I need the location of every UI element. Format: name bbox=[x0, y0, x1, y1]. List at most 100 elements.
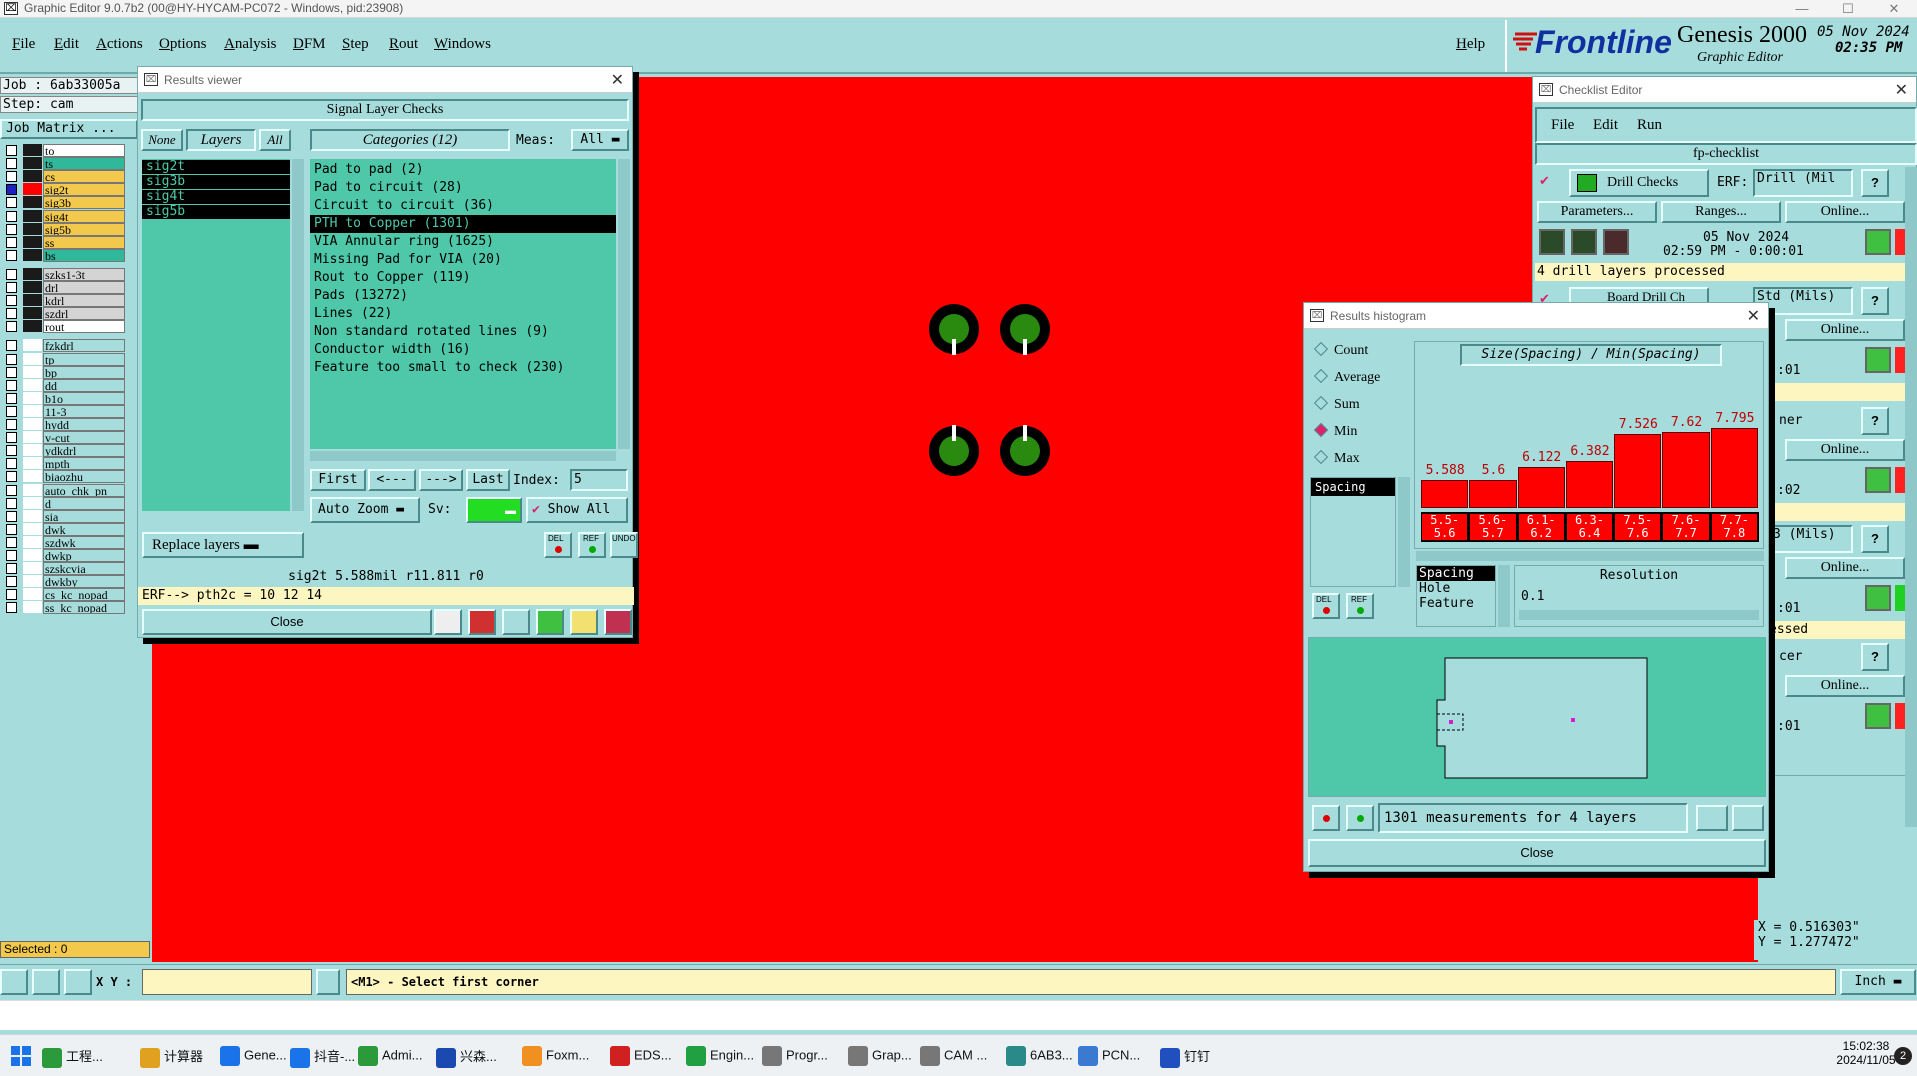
layer-checkbox[interactable] bbox=[6, 419, 17, 430]
taskbar-app[interactable]: Admi... bbox=[358, 1046, 422, 1066]
menu-edit[interactable]: Edit bbox=[54, 36, 79, 53]
layer-row[interactable]: sig5b bbox=[4, 222, 125, 236]
layer-row[interactable]: d bbox=[4, 496, 125, 510]
layer-checkbox[interactable] bbox=[6, 321, 17, 333]
category-item[interactable]: Feature too small to check (230) bbox=[310, 359, 616, 377]
layer-color-swatch[interactable] bbox=[23, 444, 42, 457]
taskbar-app[interactable]: 抖音-... bbox=[290, 1046, 355, 1068]
layer-name[interactable]: cs_kc_nopad bbox=[43, 588, 125, 602]
zoom-result-icon[interactable] bbox=[1865, 585, 1891, 611]
layer-list-item[interactable]: sig5b bbox=[142, 205, 290, 219]
layer-color-swatch[interactable] bbox=[23, 575, 42, 588]
layer-checkbox[interactable] bbox=[6, 268, 17, 280]
layer-row[interactable]: tp bbox=[4, 352, 125, 366]
layer-name[interactable]: ss bbox=[43, 235, 125, 249]
all-button[interactable]: All bbox=[259, 129, 291, 151]
zoom-icon[interactable] bbox=[1732, 805, 1764, 831]
meas-dropdown[interactable]: All ▬ bbox=[571, 129, 629, 151]
layers-list[interactable]: sig2t sig3b sig4t sig5b bbox=[142, 159, 290, 511]
report-icon[interactable] bbox=[570, 609, 598, 635]
layer-checkbox[interactable] bbox=[6, 340, 17, 352]
layer-row[interactable]: v-cut bbox=[4, 430, 125, 445]
del-icon[interactable] bbox=[1312, 805, 1340, 831]
layer-row[interactable]: hydd bbox=[4, 417, 125, 431]
layer-color-swatch[interactable] bbox=[23, 320, 42, 333]
menu-windows[interactable]: Windows bbox=[434, 36, 491, 53]
next-button[interactable]: ---> bbox=[419, 469, 463, 491]
layer-color-swatch[interactable] bbox=[23, 365, 42, 378]
mode-radio-sum[interactable]: Sum bbox=[1313, 395, 1360, 413]
measure-tool-icon[interactable] bbox=[32, 969, 60, 995]
online-button[interactable]: Online... bbox=[1785, 557, 1905, 579]
layer-color-swatch[interactable] bbox=[23, 522, 42, 535]
help-icon[interactable]: ? bbox=[1861, 407, 1889, 435]
list-item[interactable]: Spacing bbox=[1417, 566, 1495, 581]
layer-row[interactable]: szdwk bbox=[4, 535, 125, 549]
histogram-bar[interactable] bbox=[1421, 480, 1469, 508]
index-input[interactable]: 5 bbox=[570, 469, 628, 491]
close-icon[interactable]: ✕ bbox=[611, 70, 624, 90]
layer-checkbox[interactable] bbox=[6, 158, 17, 170]
layer-color-swatch[interactable] bbox=[23, 157, 42, 170]
histogram-bar[interactable] bbox=[1517, 467, 1565, 508]
layer-name[interactable]: szks1-3t bbox=[43, 267, 125, 281]
resolution-slider[interactable] bbox=[1519, 610, 1759, 620]
close-button[interactable]: Close bbox=[1308, 839, 1766, 867]
layer-name[interactable]: ydkdrl bbox=[43, 444, 125, 458]
layer-name[interactable]: sig2t bbox=[43, 183, 125, 197]
ref-icon[interactable] bbox=[1346, 805, 1374, 831]
layer-row[interactable]: ydkdrl bbox=[4, 443, 125, 458]
layer-checkbox[interactable] bbox=[6, 458, 17, 470]
cross-icon[interactable] bbox=[502, 609, 530, 635]
menu-step[interactable]: Step bbox=[342, 36, 369, 53]
category-item[interactable]: VIA Annular ring (1625) bbox=[310, 233, 616, 251]
close-button[interactable]: Close bbox=[142, 609, 432, 635]
layer-name[interactable]: dwk bbox=[43, 522, 125, 536]
category-item[interactable]: PTH to Copper (1301) bbox=[310, 215, 616, 233]
layer-name[interactable]: sig5b bbox=[43, 222, 125, 236]
drill-checks-button[interactable]: Drill Checks bbox=[1569, 169, 1709, 197]
layer-name[interactable]: to bbox=[43, 144, 125, 157]
layer-row[interactable]: rout bbox=[4, 319, 125, 334]
units-dropdown[interactable]: Inch ▬ bbox=[1840, 969, 1916, 995]
job-field[interactable]: Job : 6ab33005a bbox=[0, 77, 138, 94]
layer-checkbox[interactable] bbox=[6, 197, 17, 209]
grid-tool-icon[interactable] bbox=[64, 969, 92, 995]
prev-button[interactable]: <--- bbox=[368, 469, 416, 491]
layer-checkbox[interactable] bbox=[6, 353, 17, 365]
left-value-list[interactable]: Spacing bbox=[1310, 477, 1396, 587]
layer-row[interactable]: dwkby bbox=[4, 574, 125, 589]
mode-radio-max[interactable]: Max bbox=[1313, 449, 1360, 467]
value-list[interactable]: Spacing Hole Feature bbox=[1416, 565, 1496, 627]
layer-name[interactable]: biaozhu bbox=[43, 470, 125, 484]
layer-row[interactable]: 11-3 bbox=[4, 404, 125, 418]
online-button[interactable]: Online... bbox=[1785, 675, 1905, 697]
ref-icon[interactable]: REF bbox=[578, 532, 606, 558]
layer-color-swatch[interactable] bbox=[23, 183, 42, 196]
layer-color-swatch[interactable] bbox=[23, 562, 42, 575]
layer-row[interactable]: szdrl bbox=[4, 306, 125, 321]
category-item[interactable]: Pad to circuit (28) bbox=[310, 179, 616, 197]
categories-list[interactable]: Pad to pad (2) Pad to circuit (28) Circuit… bbox=[310, 159, 616, 449]
layer-row[interactable]: biaozhu bbox=[4, 469, 125, 484]
category-item[interactable]: Lines (22) bbox=[310, 305, 616, 323]
layer-row[interactable]: dd bbox=[4, 378, 125, 392]
layer-checkbox[interactable] bbox=[6, 589, 17, 601]
stop-run-icon[interactable] bbox=[1603, 229, 1629, 255]
layer-name[interactable]: bp bbox=[43, 365, 125, 379]
ref-icon[interactable]: REF bbox=[1346, 593, 1374, 619]
layer-row[interactable]: szskcvia bbox=[4, 561, 125, 576]
layer-row[interactable]: fzkdrl bbox=[4, 338, 125, 353]
layer-name[interactable]: dwkp bbox=[43, 549, 125, 562]
layer-list-item[interactable]: sig4t bbox=[142, 190, 290, 204]
layer-name[interactable]: tp bbox=[43, 352, 125, 366]
layer-checkbox[interactable] bbox=[6, 536, 17, 548]
menu-rout[interactable]: Rout bbox=[389, 36, 418, 53]
value-list-scrollbar[interactable] bbox=[1498, 565, 1510, 627]
layer-name[interactable]: mpth bbox=[43, 457, 125, 471]
layer-color-swatch[interactable] bbox=[23, 209, 42, 222]
layer-list-item[interactable]: sig3b bbox=[142, 175, 290, 189]
parameters-button[interactable]: Parameters... bbox=[1537, 201, 1657, 223]
erf-field[interactable]: 3 (Mils) bbox=[1769, 525, 1853, 553]
step-field[interactable]: Step: cam bbox=[0, 96, 138, 113]
